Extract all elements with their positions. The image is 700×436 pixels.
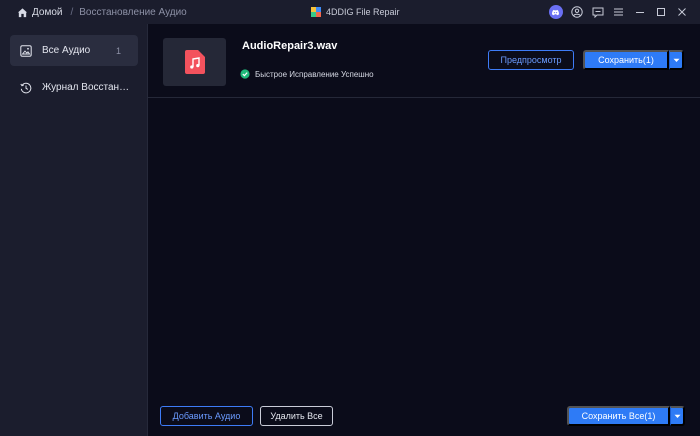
title-bar: Домой / Восстановление Аудио 4DDIG File …	[0, 0, 700, 24]
add-audio-button[interactable]: Добавить Аудио	[160, 406, 253, 426]
maximize-icon[interactable]	[650, 0, 671, 24]
save-dropdown-button[interactable]	[669, 50, 684, 70]
breadcrumb-home[interactable]: Домой	[17, 7, 62, 18]
preview-button[interactable]: Предпросмотр	[488, 50, 574, 70]
list-item: AudioRepair3.wav Быстрое Исправление Усп…	[148, 24, 700, 98]
main-panel: AudioRepair3.wav Быстрое Исправление Усп…	[148, 24, 700, 436]
user-icon[interactable]	[566, 0, 587, 24]
minimize-icon[interactable]	[629, 0, 650, 24]
audio-image-icon	[20, 44, 32, 57]
success-check-icon	[240, 69, 250, 79]
menu-icon[interactable]	[608, 0, 629, 24]
home-icon	[17, 7, 28, 17]
window-controls	[545, 0, 692, 24]
breadcrumb: Домой / Восстановление Аудио	[0, 7, 187, 18]
sidebar-item-label: Журнал Восстановления	[42, 82, 130, 93]
breadcrumb-home-label: Домой	[32, 6, 63, 18]
app-logo-icon	[311, 7, 321, 17]
breadcrumb-current: Восстановление Аудио	[79, 6, 187, 18]
chevron-down-icon	[674, 414, 680, 418]
save-button[interactable]: Сохранить(1)	[583, 50, 669, 70]
footer-bar: Добавить Аудио Удалить Все Сохранить Все…	[148, 394, 700, 436]
close-icon[interactable]	[671, 0, 692, 24]
sidebar-item-all-audio[interactable]: Все Аудио 1	[10, 35, 138, 66]
file-name: AudioRepair3.wav	[242, 40, 338, 52]
audio-file-icon	[184, 50, 205, 74]
repair-status-text: Быстрое Исправление Успешно	[255, 69, 374, 79]
history-icon	[20, 82, 32, 93]
sidebar-item-count: 1	[115, 45, 121, 56]
discord-icon[interactable]	[545, 0, 566, 24]
repair-status: Быстрое Исправление Успешно	[240, 69, 374, 79]
sidebar-item-history[interactable]: Журнал Восстановления	[10, 72, 138, 103]
delete-all-button[interactable]: Удалить Все	[260, 406, 333, 426]
sidebar: Все Аудио 1 Журнал Восстановления	[0, 24, 148, 436]
save-all-button[interactable]: Сохранить Все(1)	[567, 406, 670, 426]
breadcrumb-separator: /	[70, 6, 74, 18]
app-title-text: 4DDIG File Repair	[326, 7, 400, 17]
file-thumbnail[interactable]	[163, 38, 226, 86]
feedback-icon[interactable]	[587, 0, 608, 24]
save-all-dropdown-button[interactable]	[670, 406, 685, 426]
app-title: 4DDIG File Repair	[311, 0, 400, 24]
chevron-down-icon	[673, 58, 679, 62]
